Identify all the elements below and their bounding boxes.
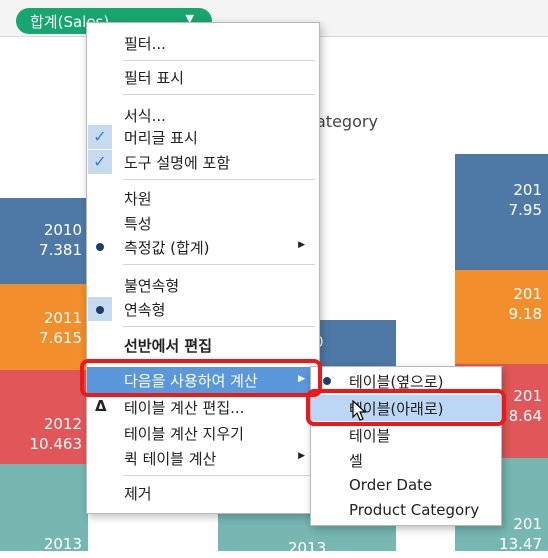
bar-label-value: 7.381 xyxy=(39,241,82,259)
radio-dot-icon xyxy=(323,377,331,385)
bar-label-year: 2012 xyxy=(43,415,82,433)
menu-item-label: 테이블 계산 편집... xyxy=(124,399,245,417)
menu-item-clear-table-calc[interactable]: 테이블 계산 지우기 xyxy=(87,421,319,445)
menu-item-include-in-tooltip[interactable]: ✓ 도구 설명에 포함 xyxy=(87,150,319,174)
menu-item-format[interactable]: 서식... xyxy=(87,103,319,127)
menu-item-edit-in-shelf[interactable]: 선반에서 편집 xyxy=(87,333,319,357)
bar-label-value: 7.615 xyxy=(39,329,82,347)
bar-segment[interactable]: 2010 7.381 xyxy=(0,198,88,284)
bar-label-year: 201 xyxy=(513,285,542,303)
menu-item-label: 머리글 표시 xyxy=(124,129,198,147)
bar-label-year: 201 xyxy=(513,181,542,199)
menu-item-label: 특성 xyxy=(124,215,152,233)
bar-label-year: 2011 xyxy=(43,309,82,327)
menu-item-label: 테이블 계산 지우기 xyxy=(124,425,244,443)
menu-item-measure[interactable]: 측정값 (합계) ▶ xyxy=(87,235,319,259)
bar-label-year: 2010 xyxy=(43,221,82,239)
menu-item-edit-table-calc[interactable]: Δ 테이블 계산 편집... xyxy=(87,395,319,419)
bar-label-value: 9.18 xyxy=(508,305,542,323)
bar-segment[interactable]: 201 9.18 xyxy=(455,270,548,364)
menu-item-label: 연속형 xyxy=(124,301,166,319)
submenu-item-cell[interactable]: 셀 xyxy=(311,448,501,472)
bar-label-year: 2013 xyxy=(43,535,82,553)
menu-item-show-header[interactable]: ✓ 머리글 표시 xyxy=(87,125,319,149)
bar-segment[interactable]: 2013 xyxy=(0,464,88,553)
highlight-box-compute-using xyxy=(80,359,322,397)
bar-label-value: 13.47 xyxy=(499,535,542,553)
submenu-arrow-icon: ▶ xyxy=(298,451,305,461)
radio-dot-icon xyxy=(96,243,104,251)
bar-label-value: 7.95 xyxy=(508,201,542,219)
menu-item-continuous[interactable]: 연속형 xyxy=(87,297,319,321)
menu-item-label: 필터 표시 xyxy=(124,69,184,87)
checkmark-icon: ✓ xyxy=(88,125,112,149)
menu-item-show-filter[interactable]: 필터 표시 xyxy=(87,65,319,89)
bar-segment[interactable]: 2011 7.615 xyxy=(0,284,88,370)
submenu-item-label: 테이블 xyxy=(349,427,391,445)
submenu-item-product-category[interactable]: Product Category xyxy=(311,499,501,523)
menu-item-remove[interactable]: 제거 xyxy=(87,481,319,505)
axis-title: ategory xyxy=(316,112,378,131)
submenu-item-label: Order Date xyxy=(349,476,433,494)
menu-divider xyxy=(123,60,315,61)
bar-label-value: 10.463 xyxy=(29,435,83,453)
submenu-item-table[interactable]: 테이블 xyxy=(311,423,501,447)
menu-divider xyxy=(123,475,315,476)
menu-item-label: 제거 xyxy=(124,485,152,503)
menu-item-discrete[interactable]: 불연속형 xyxy=(87,273,319,297)
submenu-item-order-date[interactable]: Order Date xyxy=(311,474,501,498)
menu-item-label: 측정값 (합계) xyxy=(124,239,210,257)
menu-divider xyxy=(123,264,315,265)
submenu-arrow-icon: ▶ xyxy=(298,240,305,250)
menu-item-dimension[interactable]: 차원 xyxy=(87,186,319,210)
highlight-box-table-down xyxy=(306,389,506,426)
menu-item-label: 불연속형 xyxy=(124,277,180,295)
menu-divider xyxy=(123,326,315,327)
menu-item-attribute[interactable]: 특성 xyxy=(87,211,319,235)
delta-icon: Δ xyxy=(95,397,107,415)
menu-item-label: 도구 설명에 포함 xyxy=(124,154,231,172)
menu-item-quick-table-calc[interactable]: 퀵 테이블 계산 ▶ xyxy=(87,446,319,470)
submenu-item-label: Product Category xyxy=(349,501,480,519)
menu-item-label: 차원 xyxy=(124,190,152,208)
submenu-item-label: 셀 xyxy=(349,452,363,470)
menu-divider xyxy=(123,94,315,95)
bar-segment[interactable]: 201 7.95 xyxy=(455,154,548,270)
menu-item-label: 서식... xyxy=(124,107,166,125)
menu-divider xyxy=(123,179,315,180)
menu-item-label: 선반에서 편집 xyxy=(124,337,213,355)
bar-segment[interactable]: 2012 10.463 xyxy=(0,370,88,464)
radio-dot-icon xyxy=(88,297,112,321)
pill-context-menu: 필터... 필터 표시 서식... ✓ 머리글 표시 ✓ 도구 설명에 포함 차… xyxy=(86,22,320,514)
menu-item-label: 퀵 테이블 계산 xyxy=(124,450,217,468)
menu-item-filter[interactable]: 필터... xyxy=(87,31,319,55)
checkmark-icon: ✓ xyxy=(88,150,112,174)
bar-label-year: 2013 xyxy=(288,539,327,557)
menu-item-label: 필터... xyxy=(124,35,166,53)
cursor-icon xyxy=(352,400,367,421)
